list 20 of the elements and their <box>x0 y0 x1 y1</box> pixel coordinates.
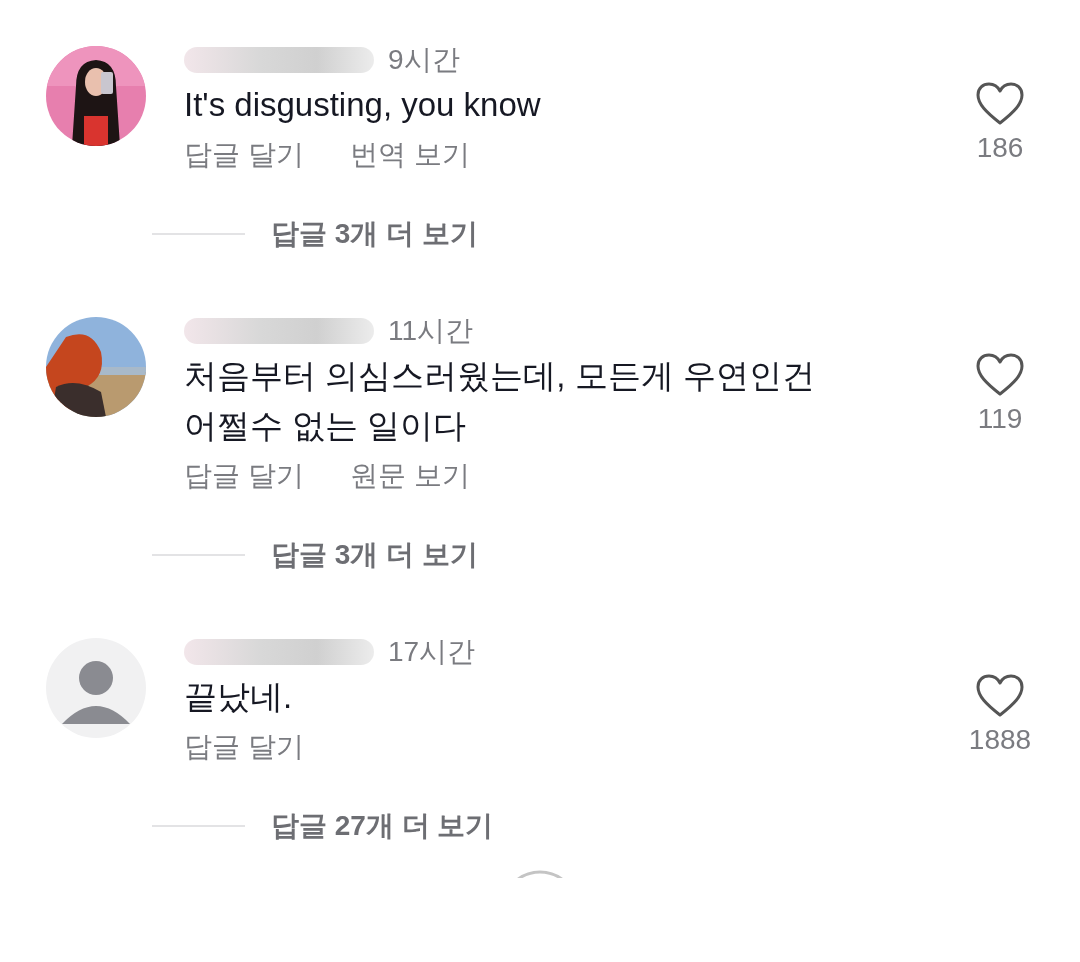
comment-text: 처음부터 의심스러웠는데, 모든게 우연인건 어쩔수 없는 일이다 <box>184 356 816 446</box>
comment-text: It's disgusting, you know <box>184 85 542 125</box>
comment-time: 9시간 <box>388 43 460 77</box>
action-link[interactable]: 답글 달기 <box>184 457 304 495</box>
heart-icon[interactable] <box>976 82 1024 126</box>
comment-time: 11시간 <box>388 314 474 348</box>
like-count: 119 <box>977 402 1023 436</box>
action-link[interactable]: 번역 보기 <box>349 136 470 174</box>
like-count: 1888 <box>968 723 1032 757</box>
view-replies-link[interactable]: 답글 27개 더 보기 <box>271 807 494 845</box>
action-link[interactable]: 답글 달기 <box>184 136 304 174</box>
heart-icon[interactable] <box>976 353 1024 397</box>
action-link[interactable]: 원문 보기 <box>349 457 470 495</box>
like-count: 186 <box>976 131 1024 165</box>
comment-text: 끝났네. <box>184 677 294 717</box>
view-replies-link[interactable]: 답글 3개 더 보기 <box>271 536 478 574</box>
view-replies-link[interactable]: 답글 3개 더 보기 <box>271 215 478 253</box>
heart-icon[interactable] <box>976 674 1024 718</box>
comment-time: 17시간 <box>388 635 476 669</box>
action-link[interactable]: 답글 달기 <box>184 728 304 766</box>
